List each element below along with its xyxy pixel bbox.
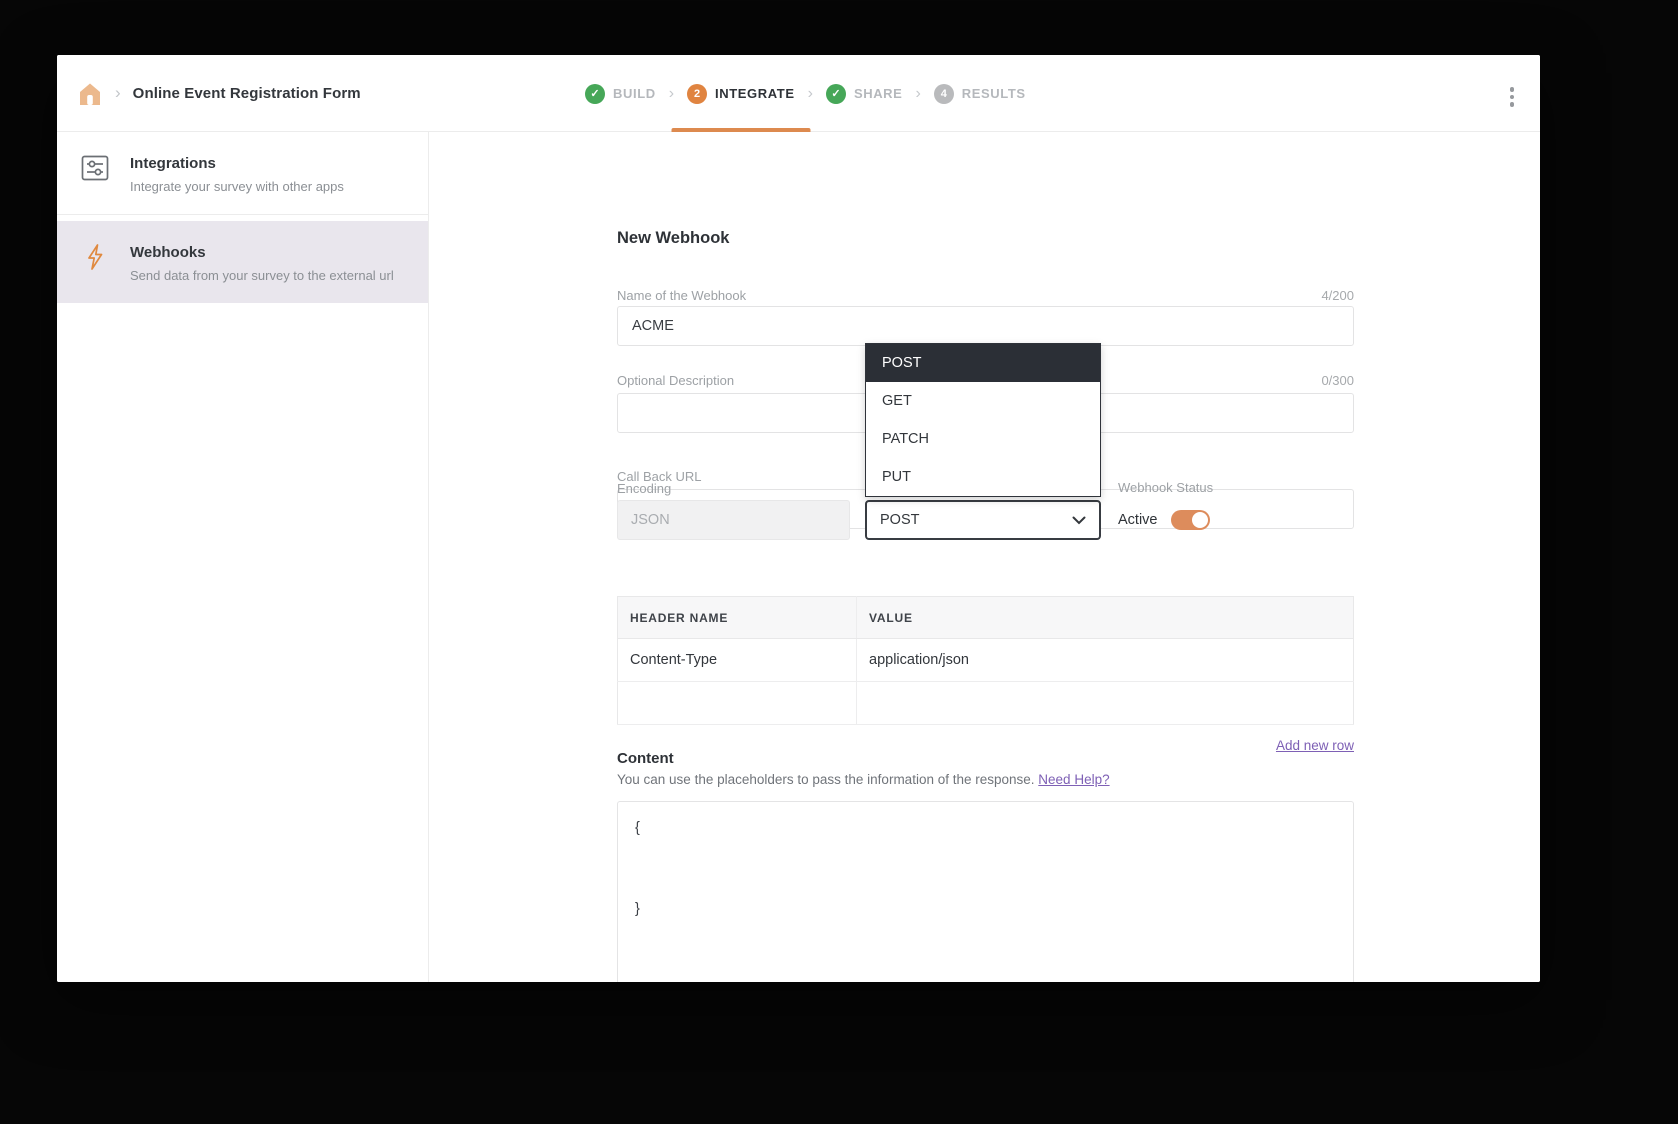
step-results[interactable]: 4 RESULTS — [934, 55, 1026, 132]
status-value: Active — [1118, 512, 1158, 528]
top-header: › Online Event Registration Form ✓ BUILD… — [57, 55, 1540, 132]
sidebar-item-title: Integrations — [130, 155, 344, 172]
sidebar-item-subtitle: Send data from your survey to the extern… — [130, 268, 394, 283]
toggle-knob — [1192, 512, 1208, 528]
content-json-textarea[interactable]: { } — [617, 801, 1354, 982]
header-name-cell[interactable]: Content-Type — [618, 639, 857, 682]
main-panel: New Webhook Name of the Webhook 4/200 Op… — [429, 132, 1540, 982]
column-header: HEADER NAME — [618, 597, 857, 639]
chevron-down-icon — [1072, 516, 1086, 525]
name-char-counter: 4/200 — [1321, 288, 1354, 303]
step-share[interactable]: ✓ SHARE — [826, 55, 903, 132]
need-help-link[interactable]: Need Help? — [1038, 772, 1109, 787]
step-number-badge: 4 — [934, 84, 954, 104]
name-label: Name of the Webhook — [617, 288, 746, 303]
header-name-cell[interactable] — [618, 682, 857, 725]
more-options-icon[interactable] — [1508, 85, 1517, 109]
method-select-value: POST — [880, 512, 919, 528]
wizard-steps: ✓ BUILD › 2 INTEGRATE › ✓ SHARE › 4 RESU… — [585, 55, 1026, 132]
sidebar-item-webhooks[interactable]: Webhooks Send data from your survey to t… — [57, 221, 428, 303]
header-value-cell[interactable] — [857, 682, 1354, 725]
method-select[interactable]: POST — [865, 500, 1101, 540]
breadcrumb: › Online Event Registration Form — [77, 55, 361, 132]
table-row — [618, 682, 1354, 725]
page-title: New Webhook — [617, 229, 729, 247]
dropdown-option-put[interactable]: PUT — [866, 458, 1100, 496]
table-header-row: HEADER NAME VALUE — [618, 597, 1354, 639]
dropdown-option-post[interactable]: POST — [866, 344, 1100, 382]
header-value-cell[interactable]: application/json — [857, 639, 1354, 682]
description-char-counter: 0/300 — [1321, 373, 1354, 388]
check-circle-icon: ✓ — [826, 84, 846, 104]
sidebar-item-title: Webhooks — [130, 244, 394, 261]
status-toggle[interactable] — [1171, 510, 1210, 530]
breadcrumb-chevron-icon: › — [115, 84, 121, 101]
encoding-field-disabled: JSON — [617, 500, 850, 540]
content-title: Content — [617, 750, 674, 767]
sidebar-item-integrations[interactable]: Integrations Integrate your survey with … — [57, 132, 428, 215]
step-chevron-icon: › — [669, 86, 674, 102]
column-header: VALUE — [857, 597, 1354, 639]
step-build[interactable]: ✓ BUILD — [585, 55, 656, 132]
integrations-sidebar: Integrations Integrate your survey with … — [57, 132, 429, 982]
webhook-name-input[interactable] — [617, 306, 1354, 346]
step-chevron-icon: › — [808, 86, 813, 102]
content-helper-text: You can use the placeholders to pass the… — [617, 772, 1035, 787]
custom-header-table: HEADER NAME VALUE Content-Type applicati… — [617, 596, 1354, 725]
step-chevron-icon: › — [915, 86, 920, 102]
step-number-badge: 2 — [687, 84, 707, 104]
description-label: Optional Description — [617, 373, 734, 388]
app-window: › Online Event Registration Form ✓ BUILD… — [57, 55, 1540, 982]
check-circle-icon: ✓ — [585, 84, 605, 104]
step-integrate[interactable]: 2 INTEGRATE — [687, 55, 795, 132]
encoding-label: Encoding — [617, 481, 671, 496]
webhook-status-label: Webhook Status — [1118, 480, 1213, 495]
sliders-icon — [80, 153, 110, 183]
survey-title: Online Event Registration Form — [133, 85, 361, 102]
webhook-status-group: Webhook Status Active — [1118, 480, 1213, 532]
home-icon[interactable] — [77, 81, 103, 107]
method-dropdown: POST GET PATCH PUT — [865, 343, 1101, 497]
sidebar-item-subtitle: Integrate your survey with other apps — [130, 179, 344, 194]
webhook-form: New Webhook Name of the Webhook 4/200 Op… — [617, 132, 1354, 982]
lightning-icon — [80, 242, 110, 272]
table-row: Content-Type application/json — [618, 639, 1354, 682]
dropdown-option-get[interactable]: GET — [866, 382, 1100, 420]
dropdown-option-patch[interactable]: PATCH — [866, 420, 1100, 458]
